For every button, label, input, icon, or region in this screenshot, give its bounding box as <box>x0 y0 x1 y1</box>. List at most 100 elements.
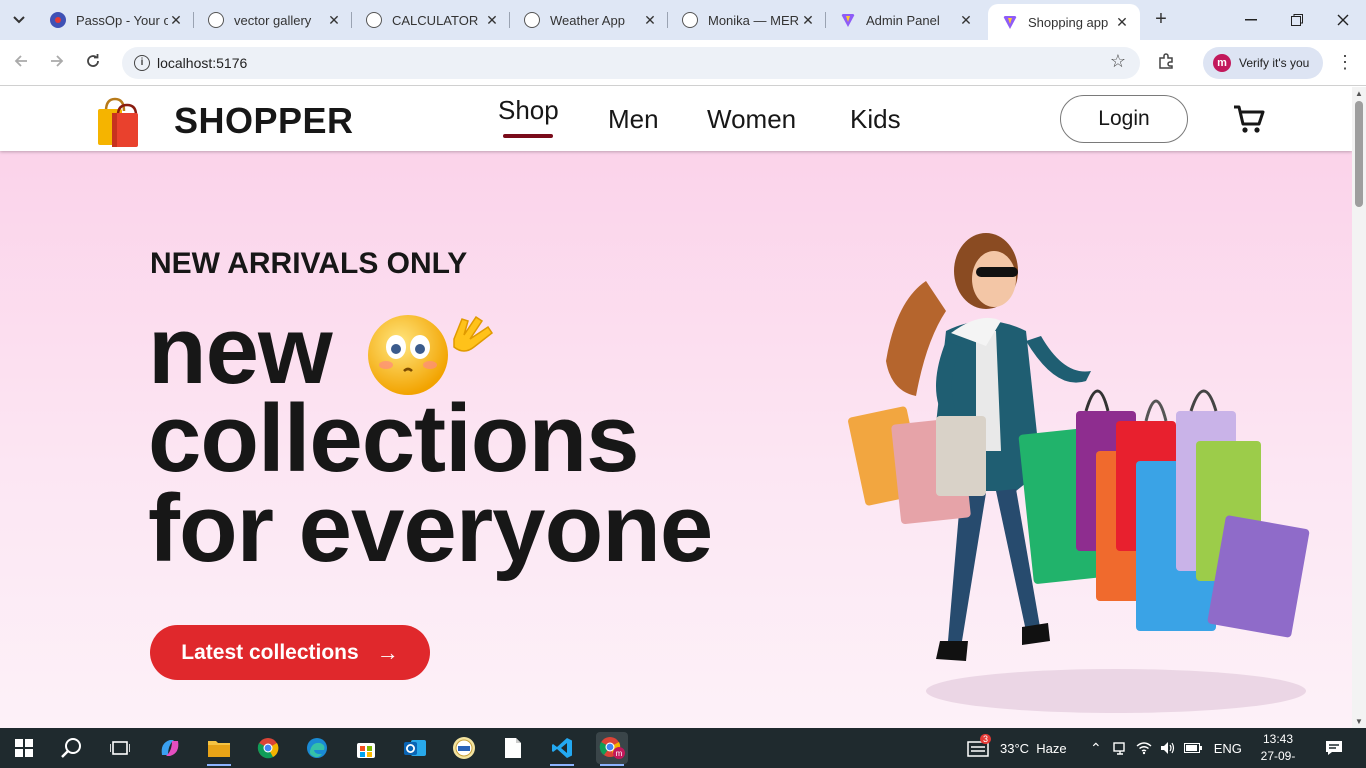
speaker-icon[interactable] <box>1160 741 1176 755</box>
outlook-app[interactable] <box>399 732 431 764</box>
arrow-right-icon <box>51 55 64 67</box>
cta-label: Latest collections <box>181 640 359 664</box>
language-indicator[interactable]: ENG <box>1214 741 1242 756</box>
scroll-down-arrow-icon[interactable]: ▼ <box>1355 717 1363 726</box>
brand[interactable]: SHOPPER <box>96 93 354 149</box>
battery-icon[interactable] <box>1183 743 1202 753</box>
system-clock[interactable]: 13:43 27-09-2025 <box>1248 731 1308 768</box>
microsoft-store-app[interactable] <box>350 732 382 764</box>
tab-search-button[interactable] <box>6 7 32 33</box>
tab-title: Weather App <box>550 12 625 28</box>
meet-now-icon[interactable] <box>1112 740 1128 756</box>
latest-collections-button[interactable]: Latest collections → <box>150 625 430 680</box>
browser-tab-passop[interactable]: PassOp - Your own ✕ <box>36 0 194 40</box>
brand-name: SHOPPER <box>174 100 354 141</box>
close-tab-icon[interactable]: ✕ <box>800 12 816 29</box>
close-window-button[interactable] <box>1320 0 1366 40</box>
cart-icon[interactable] <box>1232 103 1266 135</box>
hero-title-line-2: collections <box>148 385 639 492</box>
globe-icon <box>208 12 224 28</box>
reload-button[interactable] <box>82 52 104 74</box>
globe-icon <box>524 12 540 28</box>
close-tab-icon[interactable]: ✕ <box>326 12 342 29</box>
login-button[interactable]: Login <box>1060 95 1188 143</box>
close-tab-icon[interactable]: ✕ <box>168 12 184 29</box>
copilot-icon <box>161 740 179 756</box>
nav-shop[interactable]: Shop <box>498 95 559 126</box>
verify-label: Verify it's you <box>1239 56 1310 70</box>
address-bar[interactable]: i localhost:5176 ☆ <box>122 47 1140 79</box>
weather-text: 33°C Haze <box>1000 740 1067 756</box>
site-navbar: SHOPPER Shop Men Women Kids Login <box>0 87 1352 151</box>
system-tray: ⌃ ENG <box>1090 728 1242 768</box>
browser-tab-shopping-app[interactable]: Shopping app ✕ <box>988 4 1140 40</box>
bookmark-star-icon[interactable]: ☆ <box>1110 51 1126 72</box>
clock-time: 13:43 <box>1262 732 1294 746</box>
tab-title: Admin Panel <box>866 12 940 28</box>
browser-menu-icon[interactable]: ⋮ <box>1336 52 1354 73</box>
start-button[interactable] <box>8 732 40 764</box>
weather-widget[interactable]: 3 33°C Haze <box>966 728 1067 768</box>
tab-title: Monika — MERN <box>708 12 800 28</box>
restore-icon <box>1291 14 1303 26</box>
chrome-profile-icon: m <box>599 737 625 759</box>
vite-logo-icon <box>1003 16 1017 29</box>
chevron-up-icon[interactable]: ⌃ <box>1090 740 1102 757</box>
extensions-puzzle-icon[interactable] <box>1155 52 1177 74</box>
minimize-icon <box>1245 19 1257 21</box>
close-tab-icon[interactable]: ✕ <box>642 12 658 29</box>
close-tab-icon[interactable]: ✕ <box>958 12 974 29</box>
back-button[interactable] <box>10 52 32 74</box>
url-text[interactable]: localhost:5176 <box>157 55 247 71</box>
browser-tab-admin-panel[interactable]: Admin Panel ✕ <box>826 0 984 40</box>
vite-logo-icon <box>841 14 855 27</box>
minimize-button[interactable] <box>1228 0 1274 40</box>
document-icon <box>505 738 521 758</box>
nav-men[interactable]: Men <box>608 104 659 135</box>
browser-tab-weather-app[interactable]: Weather App ✕ <box>510 0 668 40</box>
hero-title-line-3: for everyone <box>148 475 713 582</box>
browser-tab-vector-gallery[interactable]: vector gallery ✕ <box>194 0 352 40</box>
page-scrollbar[interactable]: ▲ ▼ <box>1352 87 1366 728</box>
wah-app[interactable] <box>448 732 480 764</box>
restore-button[interactable] <box>1274 0 1320 40</box>
edge-app[interactable] <box>301 732 333 764</box>
scroll-up-arrow-icon[interactable]: ▲ <box>1355 89 1363 98</box>
nav-kids[interactable]: Kids <box>850 104 901 135</box>
task-view-button[interactable] <box>104 732 136 764</box>
windows-logo-icon <box>15 739 33 757</box>
file-explorer-app[interactable] <box>203 732 235 766</box>
globe-icon <box>682 12 698 28</box>
nav-women[interactable]: Women <box>707 104 796 135</box>
search-button[interactable] <box>56 732 88 764</box>
active-nav-underline <box>503 134 553 138</box>
new-tab-button[interactable]: + <box>1150 8 1172 30</box>
close-tab-icon[interactable]: ✕ <box>1114 14 1130 31</box>
browser-tab-monika-mern[interactable]: Monika — MERN ✕ <box>668 0 826 40</box>
arrow-right-icon: → <box>376 639 399 665</box>
vscode-icon <box>552 738 572 758</box>
vscode-app[interactable] <box>546 732 578 766</box>
forward-button[interactable] <box>46 52 68 74</box>
svg-text:m: m <box>616 749 623 758</box>
notepad-app[interactable] <box>497 732 529 764</box>
chevron-down-icon <box>13 16 25 24</box>
wifi-icon[interactable] <box>1136 741 1152 755</box>
profile-verify-button[interactable]: m Verify it's you <box>1203 47 1323 79</box>
store-icon <box>357 743 375 758</box>
task-view-icon <box>110 741 130 755</box>
scrollbar-thumb[interactable] <box>1355 101 1363 207</box>
page-viewport: SHOPPER Shop Men Women Kids Login NEW AR… <box>0 87 1352 728</box>
notifications-button[interactable] <box>1318 732 1350 764</box>
site-info-icon[interactable]: i <box>134 55 150 71</box>
shopping-bag-logo-icon <box>98 97 138 147</box>
chrome-profile-app[interactable]: m <box>596 732 628 766</box>
arrow-left-icon <box>14 55 27 67</box>
chrome-app[interactable] <box>252 732 284 764</box>
copilot-app[interactable] <box>154 732 186 764</box>
close-tab-icon[interactable]: ✕ <box>484 12 500 29</box>
tab-title: Shopping app <box>1028 14 1109 30</box>
browser-tab-calculator[interactable]: CALCULATOR ✕ <box>352 0 510 40</box>
hero-section: NEW ARRIVALS ONLY new collections for ev… <box>0 151 1352 728</box>
hero-subtitle: NEW ARRIVALS ONLY <box>150 247 468 280</box>
